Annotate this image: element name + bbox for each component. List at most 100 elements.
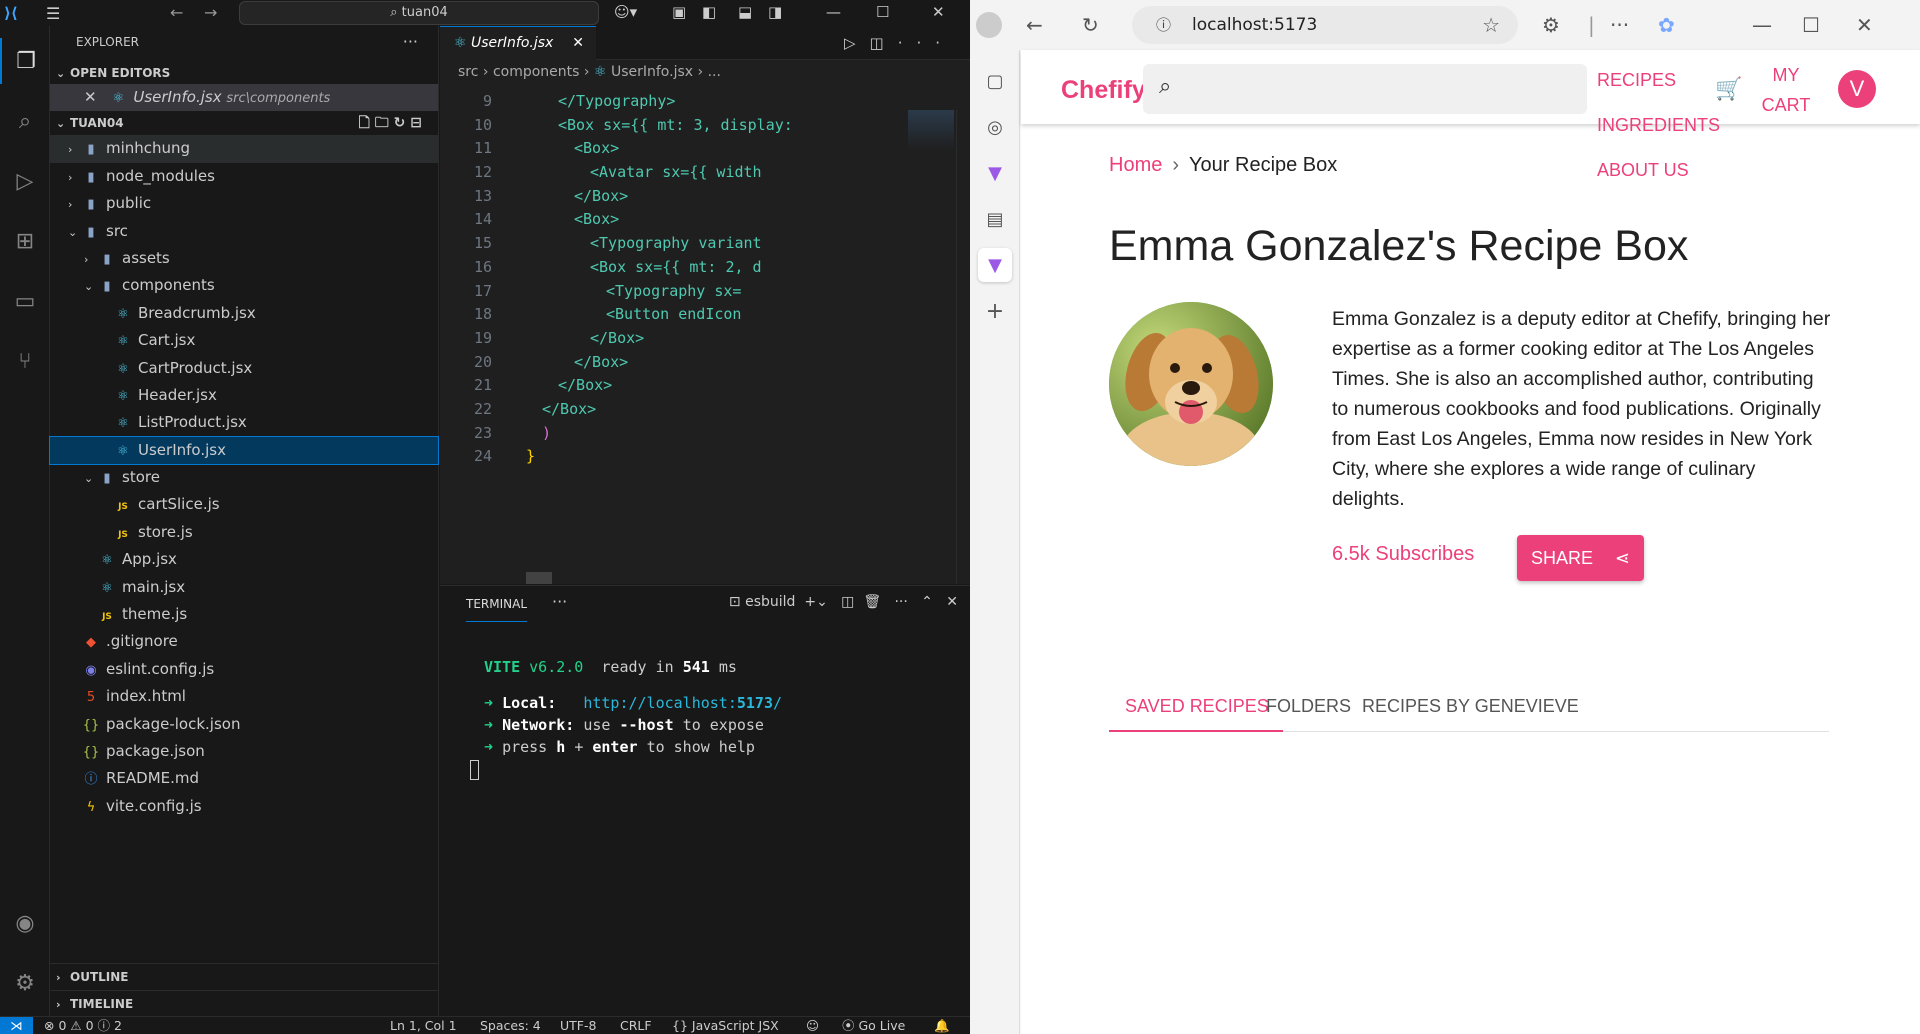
breadcrumb-home[interactable]: Home (1109, 154, 1162, 176)
tree-item[interactable]: ⚛ Breadcrumb.jsx (50, 300, 438, 327)
close-tab-icon[interactable]: ✕ (572, 27, 584, 60)
tree-item[interactable]: ϟ vite.config.js (50, 793, 438, 820)
toggle-secondary-sidebar-icon[interactable]: ◨ (768, 3, 782, 21)
close-window-icon[interactable]: ✕ (1856, 13, 1873, 37)
split-terminal-icon[interactable]: ◫ (841, 594, 854, 610)
forward-arrow-icon[interactable]: → (204, 3, 217, 22)
tree-item[interactable]: ⌄ ▮ store (50, 464, 438, 491)
tree-item[interactable]: › ▮ minhchung (50, 135, 438, 163)
subscribers-count[interactable]: 6.5k Subscribes (1332, 543, 1474, 566)
tree-item[interactable]: ⚛ App.jsx (50, 546, 438, 573)
language-mode[interactable]: {} JavaScript JSX (672, 1017, 779, 1034)
toggle-sidebar-icon[interactable]: ◧ (702, 3, 716, 21)
share-button[interactable]: SHARE ⋖ (1517, 535, 1644, 581)
new-file-icon[interactable]: 🗋 (359, 115, 370, 131)
reload-icon[interactable]: ↻ (1082, 13, 1099, 37)
cart-icon[interactable]: 🛒 (1715, 77, 1742, 102)
account-icon[interactable]: ◉ (0, 900, 50, 946)
vite-tab-icon[interactable]: ▼ (978, 156, 1012, 190)
nav-about-us[interactable]: ABOUT US (1597, 160, 1689, 181)
more-icon[interactable]: ··· (894, 594, 907, 610)
plus-icon[interactable]: + (804, 594, 816, 610)
search-view-icon[interactable]: ⌕ (0, 98, 50, 144)
terminal-shell-label[interactable]: esbuild (745, 594, 795, 610)
new-tab-icon[interactable]: + (978, 294, 1012, 328)
remote-icon[interactable]: ⋊ (0, 1017, 33, 1034)
my-cart-button[interactable]: MY CART (1751, 60, 1821, 120)
problems-indicator[interactable]: ⊗ 0 ⚠ 0 ⓘ 2 (44, 1017, 122, 1034)
tree-item[interactable]: ⚛ CartProduct.jsx (50, 355, 438, 382)
search-input[interactable]: ⌕ (1143, 64, 1587, 114)
source-control-icon[interactable]: ⑂ (0, 338, 50, 384)
copilot-icon[interactable]: ☺▾ (614, 3, 637, 21)
close-icon[interactable]: ✕ (84, 88, 97, 106)
maximize-panel-icon[interactable]: ⌃ (921, 594, 933, 610)
tab-favicon-1[interactable]: ◎ (978, 110, 1012, 144)
tree-item[interactable]: ⓘ README.md (50, 765, 438, 792)
profile-icon[interactable] (976, 12, 1002, 38)
outline-section[interactable]: › OUTLINE (50, 963, 439, 990)
extensions-icon[interactable]: ⚙ (1542, 13, 1560, 37)
local-url-link[interactable]: http://localhost:5173/ (583, 694, 782, 712)
back-arrow-icon[interactable]: ← (1026, 13, 1043, 37)
nav-ingredients[interactable]: INGREDIENTS (1597, 115, 1720, 136)
vertical-scrollbar[interactable] (956, 110, 970, 584)
run-icon[interactable]: ▷ (844, 34, 870, 52)
layout-icon[interactable]: ▣ (672, 3, 686, 21)
explorer-icon[interactable]: ❐ (0, 38, 50, 84)
address-bar[interactable]: ⓘ localhost:5173 ☆ (1132, 6, 1518, 44)
brand-logo[interactable]: Chefify (1061, 76, 1146, 105)
tree-item[interactable]: JS cartSlice.js (50, 491, 438, 518)
tree-item[interactable]: ⚛ Cart.jsx (50, 327, 438, 354)
tab-recipes-by-genevieve[interactable]: RECIPES BY GENEVIEVE (1362, 696, 1579, 717)
trash-icon[interactable]: 🗑 (863, 594, 881, 610)
tree-item[interactable]: › ▮ public (50, 190, 438, 217)
collapse-all-icon[interactable]: ⊟ (410, 115, 422, 131)
toggle-panel-icon[interactable]: ⬓ (738, 3, 752, 21)
split-editor-icon[interactable]: ◫ (870, 34, 898, 52)
chevron-down-icon[interactable]: ⌄ (816, 594, 828, 610)
maximize-icon[interactable]: ☐ (876, 3, 889, 21)
minimize-icon[interactable]: — (826, 3, 841, 21)
tree-item[interactable]: ⌄ ▮ components (50, 272, 438, 299)
more-icon[interactable]: ··· (552, 592, 567, 611)
refresh-icon[interactable]: ↻ (394, 115, 406, 131)
new-folder-icon[interactable]: 🗀 (375, 115, 389, 131)
encoding[interactable]: UTF-8 (560, 1017, 596, 1034)
tree-item[interactable]: ⚛ ListProduct.jsx (50, 409, 438, 436)
tab-favicon-2[interactable]: ▤ (978, 202, 1012, 236)
tree-item[interactable]: ◆ .gitignore (50, 628, 438, 655)
tree-item[interactable]: JS theme.js (50, 601, 438, 628)
tree-item[interactable]: ⚛ UserInfo.jsx (49, 435, 439, 466)
back-arrow-icon[interactable]: ← (170, 3, 183, 22)
maximize-icon[interactable]: ☐ (1802, 13, 1820, 37)
user-avatar[interactable]: V (1838, 70, 1876, 108)
command-center-search[interactable]: ⌕ tuan04 (239, 1, 599, 25)
tree-item[interactable]: {} package-lock.json (50, 711, 438, 738)
run-debug-icon[interactable]: ▷ (0, 158, 50, 204)
close-window-icon[interactable]: ✕ (932, 3, 945, 21)
indentation[interactable]: Spaces: 4 (480, 1017, 541, 1034)
more-icon[interactable]: ··· (898, 34, 954, 52)
more-actions-icon[interactable]: ··· (403, 26, 418, 58)
open-editor-item[interactable]: ✕ ⚛ UserInfo.jsx src\components (50, 84, 438, 112)
timeline-section[interactable]: › TIMELINE (50, 990, 439, 1017)
tree-item[interactable]: ◉ eslint.config.js (50, 656, 438, 683)
end-of-line[interactable]: CRLF (620, 1017, 652, 1034)
code-lines[interactable]: 9 </Typography> 10 <Box sx={{ mt: 3, displa… (440, 90, 920, 469)
hamburger-menu-icon[interactable]: ☰ (46, 4, 60, 23)
nav-recipes[interactable]: RECIPES (1597, 70, 1676, 91)
bell-icon[interactable]: 🔔 (934, 1017, 950, 1034)
tree-item[interactable]: ⌄ ▮ src (50, 218, 438, 245)
settings-gear-icon[interactable]: ⚙ (0, 960, 50, 1006)
tree-item[interactable]: JS store.js (50, 519, 438, 546)
tab-userinfo[interactable]: ⚛ UserInfo.jsx ✕ (440, 26, 596, 60)
tab-terminal[interactable]: TERMINAL (466, 586, 528, 622)
tab-folders[interactable]: FOLDERS (1266, 696, 1351, 717)
vite-tab-icon[interactable]: ▼ (978, 248, 1012, 282)
open-editors-section[interactable]: ⌄ OPEN EDITORS (50, 62, 438, 84)
favorite-star-icon[interactable]: ☆ (1482, 6, 1500, 44)
tree-item[interactable]: ⚛ Header.jsx (50, 382, 438, 409)
minimize-icon[interactable]: — (1752, 13, 1772, 37)
copilot-status-icon[interactable]: ☺ (806, 1017, 819, 1034)
